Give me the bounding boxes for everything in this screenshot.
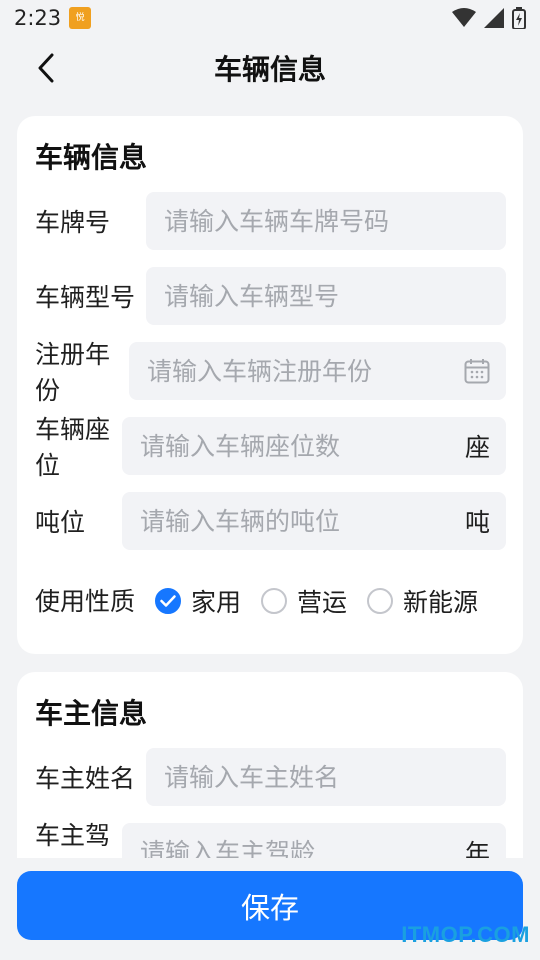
vehicle-section-title: 车辆信息 — [35, 141, 148, 174]
driving-years-unit: 年 — [464, 839, 490, 858]
tonnage-unit: 吨 — [464, 508, 490, 537]
model-label: 车辆型号 — [35, 283, 136, 312]
tonnage-field: 吨 — [121, 492, 506, 550]
driving-years-input[interactable] — [139, 837, 457, 858]
usage-row: 使用性质 家用 营运 新能源 — [35, 568, 506, 634]
tonnage-input[interactable] — [139, 506, 457, 536]
tonnage-row: 吨位 吨 — [35, 492, 506, 550]
seats-label: 车辆座位 — [35, 415, 111, 480]
owner-section-title: 车主信息 — [35, 697, 148, 730]
plate-label: 车牌号 — [35, 208, 111, 237]
plate-input[interactable] — [164, 206, 490, 236]
usage-label: 使用性质 — [35, 586, 136, 616]
seats-input[interactable] — [139, 431, 457, 461]
driving-years-field: 年 — [121, 823, 506, 858]
radio-unchecked-icon[interactable] — [261, 588, 288, 614]
register-year-input[interactable] — [147, 356, 464, 386]
check-icon — [160, 595, 176, 607]
seats-unit: 座 — [464, 433, 490, 462]
plate-row: 车牌号 — [35, 192, 506, 250]
driving-years-row: 车主驾龄 年 — [35, 821, 506, 858]
model-input[interactable] — [164, 281, 490, 311]
register-year-label: 注册年份 — [35, 340, 111, 405]
calendar-icon[interactable] — [464, 358, 490, 384]
seats-field: 座 — [121, 417, 506, 475]
usage-option-commercial[interactable]: 营运 — [261, 583, 347, 619]
usage-option-home[interactable]: 家用 — [155, 583, 241, 619]
seats-row: 车辆座位 座 — [35, 415, 506, 480]
register-year-row: 注册年份 — [35, 340, 506, 405]
watermark: ITMOP.COM — [401, 922, 530, 947]
owner-name-row: 车主姓名 — [35, 748, 506, 806]
scroll-content[interactable]: 车辆信息 车牌号 车辆型号 注册年份 车辆座位 座 — [0, 0, 540, 858]
owner-name-input[interactable] — [164, 762, 490, 792]
model-row: 车辆型号 — [35, 267, 506, 325]
owner-info-card: 车主信息 车主姓名 车主驾龄 年 — [17, 672, 523, 858]
owner-name-label: 车主姓名 — [35, 764, 136, 793]
register-year-field[interactable] — [129, 342, 506, 400]
tonnage-label: 吨位 — [35, 508, 86, 537]
radio-unchecked-icon[interactable] — [367, 588, 394, 614]
vehicle-info-card: 车辆信息 车牌号 车辆型号 注册年份 车辆座位 座 — [17, 116, 523, 654]
usage-radio-group: 家用 营运 新能源 — [155, 583, 498, 619]
usage-option-label[interactable]: 家用 — [191, 583, 241, 619]
owner-name-field — [146, 748, 506, 806]
plate-field — [146, 192, 506, 250]
usage-option-label[interactable]: 营运 — [297, 583, 347, 619]
usage-option-label[interactable]: 新能源 — [403, 583, 478, 619]
model-field — [146, 267, 506, 325]
driving-years-label: 车主驾龄 — [35, 821, 111, 858]
radio-checked-icon[interactable] — [155, 588, 181, 614]
usage-option-new-energy[interactable]: 新能源 — [367, 583, 478, 619]
